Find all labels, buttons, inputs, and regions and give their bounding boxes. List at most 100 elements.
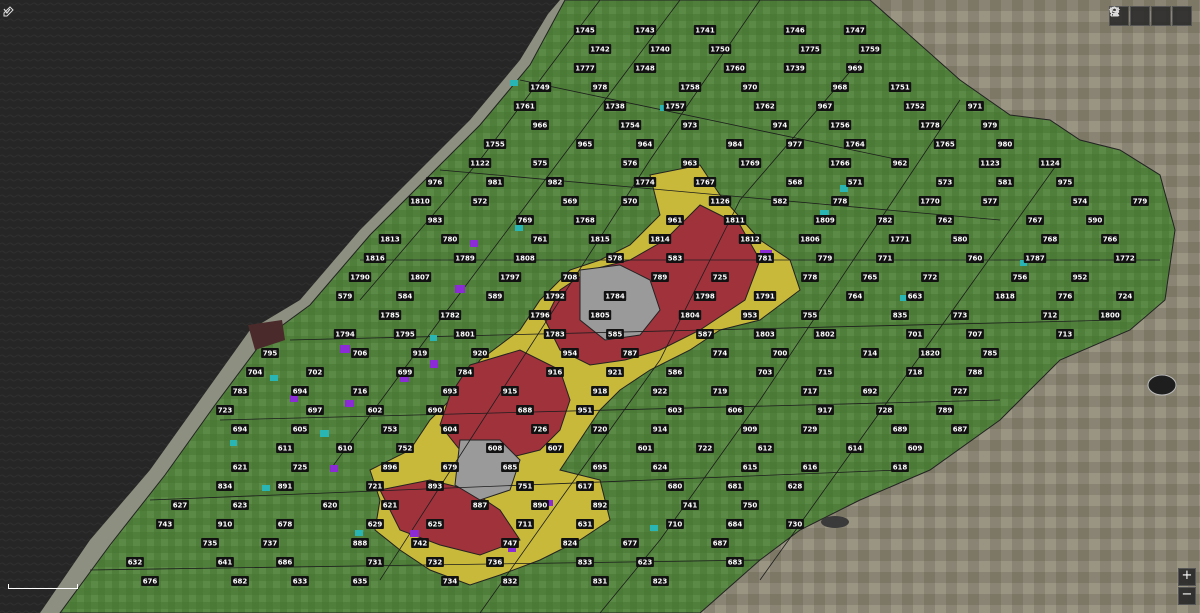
block-label[interactable]: 580 xyxy=(953,236,968,244)
block-label[interactable]: 742 xyxy=(413,540,428,548)
block-label[interactable]: 641 xyxy=(218,559,233,567)
block-label[interactable]: 681 xyxy=(728,483,743,491)
block-label[interactable]: 1123 xyxy=(980,160,1000,168)
block-label[interactable]: 893 xyxy=(428,483,443,491)
block-label[interactable]: 621 xyxy=(233,464,248,472)
block-label[interactable]: 685 xyxy=(503,464,518,472)
block-label[interactable]: 611 xyxy=(278,445,293,453)
block-label[interactable]: 1745 xyxy=(575,27,595,35)
block-label[interactable]: 692 xyxy=(863,388,878,396)
block-label[interactable]: 623 xyxy=(233,502,248,510)
block-label[interactable]: 603 xyxy=(668,407,683,415)
block-label[interactable]: 728 xyxy=(878,407,893,415)
block-label[interactable]: 1806 xyxy=(800,236,820,244)
block-label[interactable]: 1738 xyxy=(605,103,625,111)
block-label[interactable]: 1750 xyxy=(710,46,730,54)
block-label[interactable]: 1785 xyxy=(380,312,400,320)
block-label[interactable]: 1742 xyxy=(590,46,610,54)
block-label[interactable]: 1765 xyxy=(935,141,955,149)
block-label[interactable]: 683 xyxy=(728,559,743,567)
block-label[interactable]: 892 xyxy=(593,502,608,510)
block-label[interactable]: 888 xyxy=(353,540,368,548)
block-label[interactable]: 1791 xyxy=(755,293,775,301)
block-label[interactable]: 624 xyxy=(653,464,668,472)
block-label[interactable]: 1774 xyxy=(635,179,655,187)
block-label[interactable]: 604 xyxy=(443,426,458,434)
block-label[interactable]: 1813 xyxy=(380,236,400,244)
block-label[interactable]: 716 xyxy=(353,388,368,396)
block-label[interactable]: 984 xyxy=(728,141,743,149)
block-label[interactable]: 635 xyxy=(353,578,368,586)
block-label[interactable]: 1789 xyxy=(455,255,475,263)
block-label[interactable]: 621 xyxy=(383,502,398,510)
block-label[interactable]: 964 xyxy=(638,141,653,149)
block-label[interactable]: 735 xyxy=(203,540,218,548)
block-label[interactable]: 789 xyxy=(938,407,953,415)
block-label[interactable]: 977 xyxy=(788,141,803,149)
block-label[interactable]: 724 xyxy=(1118,293,1133,301)
block-label[interactable]: 616 xyxy=(803,464,818,472)
block-label[interactable]: 767 xyxy=(1028,217,1043,225)
block-label[interactable]: 1807 xyxy=(410,274,430,282)
block-label[interactable]: 1740 xyxy=(650,46,670,54)
block-label[interactable]: 922 xyxy=(653,388,668,396)
block-label[interactable]: 687 xyxy=(953,426,968,434)
block-label[interactable]: 708 xyxy=(563,274,578,282)
block-label[interactable]: 689 xyxy=(893,426,908,434)
block-label[interactable]: 589 xyxy=(488,293,503,301)
block-label[interactable]: 1748 xyxy=(635,65,655,73)
block-label[interactable]: 921 xyxy=(608,369,623,377)
block-label[interactable]: 721 xyxy=(368,483,383,491)
block-label[interactable]: 1769 xyxy=(740,160,760,168)
block-label[interactable]: 978 xyxy=(593,84,608,92)
block-label[interactable]: 730 xyxy=(788,521,803,529)
block-label[interactable]: 774 xyxy=(713,350,728,358)
block-label[interactable]: 583 xyxy=(668,255,683,263)
block-label[interactable]: 628 xyxy=(788,483,803,491)
block-label[interactable]: 1756 xyxy=(830,122,850,130)
block-label[interactable]: 1810 xyxy=(410,198,430,206)
block-label[interactable]: 973 xyxy=(683,122,698,130)
block-label[interactable]: 1743 xyxy=(635,27,655,35)
block-label[interactable]: 834 xyxy=(218,483,233,491)
block-label[interactable]: 1757 xyxy=(665,103,685,111)
block-label[interactable]: 914 xyxy=(653,426,668,434)
block-label[interactable]: 741 xyxy=(683,502,698,510)
block-label[interactable]: 688 xyxy=(518,407,533,415)
block-label[interactable]: 736 xyxy=(488,559,503,567)
block-label[interactable]: 702 xyxy=(308,369,323,377)
block-label[interactable]: 1752 xyxy=(905,103,925,111)
block-label[interactable]: 690 xyxy=(428,407,443,415)
block-label[interactable]: 633 xyxy=(293,578,308,586)
block-label[interactable]: 1754 xyxy=(620,122,640,130)
block-label[interactable]: 980 xyxy=(998,141,1013,149)
block-label[interactable]: 700 xyxy=(773,350,788,358)
block-label[interactable]: 1798 xyxy=(695,293,715,301)
block-label[interactable]: 578 xyxy=(608,255,623,263)
block-label[interactable]: 610 xyxy=(338,445,353,453)
block-label[interactable]: 967 xyxy=(818,103,833,111)
block-label[interactable]: 676 xyxy=(143,578,158,586)
block-label[interactable]: 1768 xyxy=(575,217,595,225)
block-label[interactable]: 1758 xyxy=(680,84,700,92)
block-label[interactable]: 776 xyxy=(1058,293,1073,301)
block-label[interactable]: 1797 xyxy=(500,274,520,282)
block-label[interactable]: 1812 xyxy=(740,236,760,244)
block-label[interactable]: 743 xyxy=(158,521,173,529)
block-label[interactable]: 789 xyxy=(653,274,668,282)
block-label[interactable]: 573 xyxy=(938,179,953,187)
block-label[interactable]: 762 xyxy=(938,217,953,225)
block-label[interactable]: 575 xyxy=(533,160,548,168)
block-label[interactable]: 1808 xyxy=(515,255,535,263)
block-label[interactable]: 1802 xyxy=(815,331,835,339)
block-label[interactable]: 1801 xyxy=(455,331,475,339)
block-label[interactable]: 694 xyxy=(293,388,308,396)
block-label[interactable]: 969 xyxy=(848,65,863,73)
block-label[interactable]: 954 xyxy=(563,350,578,358)
block-label[interactable]: 1795 xyxy=(395,331,415,339)
block-label[interactable]: 1747 xyxy=(845,27,865,35)
block-label[interactable]: 788 xyxy=(968,369,983,377)
block-label[interactable]: 695 xyxy=(593,464,608,472)
block-label[interactable]: 706 xyxy=(353,350,368,358)
block-label[interactable]: 772 xyxy=(923,274,938,282)
